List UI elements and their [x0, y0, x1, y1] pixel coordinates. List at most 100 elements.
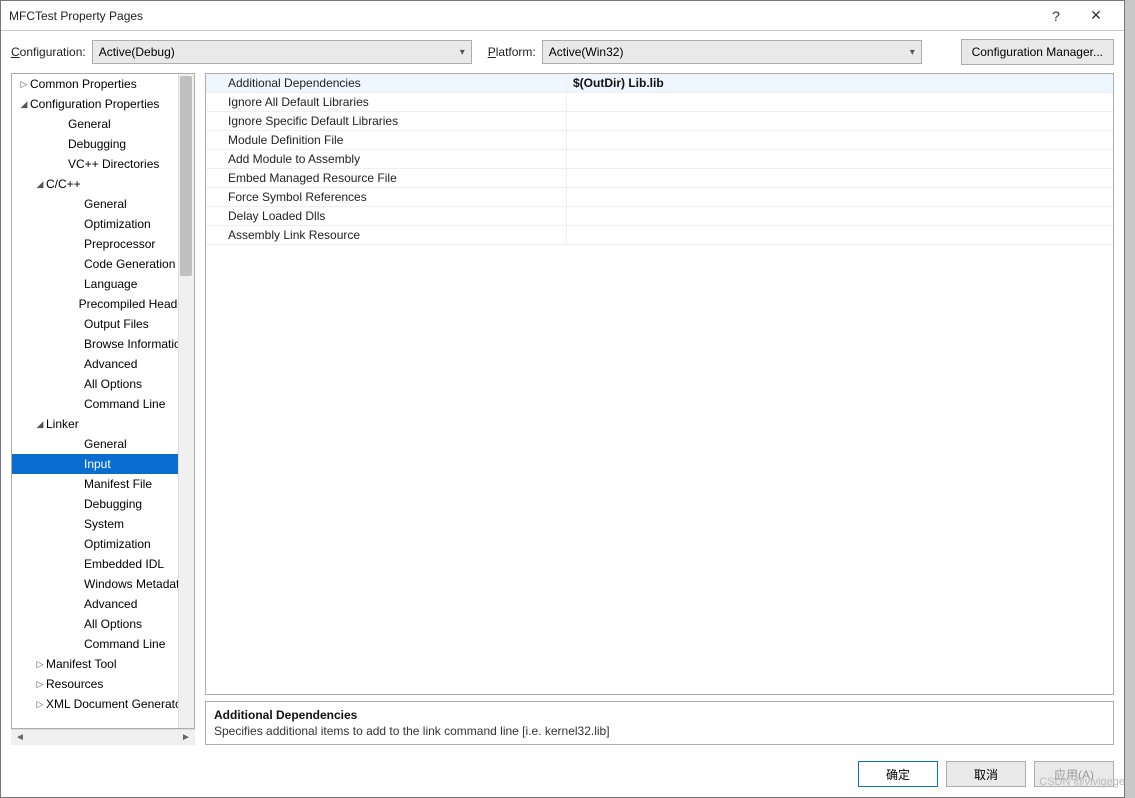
tree-item-label: Windows Metadata [84, 577, 186, 591]
description-title: Additional Dependencies [214, 708, 1105, 722]
tree-item[interactable]: Precompiled Headers [12, 294, 194, 314]
tree-item[interactable]: All Options [12, 374, 194, 394]
property-name: Delay Loaded Dlls [206, 209, 566, 223]
tree-expand-icon[interactable]: ◢ [18, 99, 30, 110]
tree-item-label: Embedded IDL [84, 557, 164, 571]
property-name: Assembly Link Resource [206, 228, 566, 242]
tree-item[interactable]: Command Line [12, 394, 194, 414]
tree-item[interactable]: Language [12, 274, 194, 294]
tree-item[interactable]: Command Line [12, 634, 194, 654]
property-row[interactable]: Ignore Specific Default Libraries [206, 112, 1113, 131]
property-value[interactable] [566, 226, 1113, 244]
property-value[interactable] [566, 169, 1113, 187]
tree-item-label: Optimization [84, 537, 151, 551]
tree-item[interactable]: Code Generation [12, 254, 194, 274]
tree-item[interactable]: Output Files [12, 314, 194, 334]
tree-item[interactable]: Input [12, 454, 194, 474]
ok-button[interactable]: 确定 [858, 761, 938, 787]
property-row[interactable]: Embed Managed Resource File [206, 169, 1113, 188]
property-value[interactable] [566, 150, 1113, 168]
tree-item-label: Debugging [68, 137, 126, 151]
scroll-right-icon[interactable]: ► [179, 732, 193, 743]
tree-hscrollbar[interactable]: ◄ ► [11, 729, 195, 745]
config-tree[interactable]: ▷Common Properties◢Configuration Propert… [11, 73, 195, 729]
tree-item[interactable]: Manifest File [12, 474, 194, 494]
scroll-left-icon[interactable]: ◄ [13, 732, 27, 743]
tree-item-label: Manifest Tool [46, 657, 116, 671]
tree-item[interactable]: Debugging [12, 134, 194, 154]
tree-item-label: Code Generation [84, 257, 175, 271]
tree-item[interactable]: ▷XML Document Generator [12, 694, 194, 714]
tree-item[interactable]: Optimization [12, 214, 194, 234]
tree-item[interactable]: ▷Common Properties [12, 74, 194, 94]
platform-dropdown[interactable]: Active(Win32) ▾ [542, 40, 922, 64]
help-button[interactable]: ? [1036, 2, 1076, 30]
right-panel: Additional Dependencies$(OutDir) Lib.lib… [205, 73, 1114, 745]
tree-item[interactable]: General [12, 434, 194, 454]
tree-item[interactable]: Advanced [12, 354, 194, 374]
tree-item[interactable]: ◢Configuration Properties [12, 94, 194, 114]
tree-item[interactable]: Debugging [12, 494, 194, 514]
chevron-down-icon: ▾ [460, 47, 465, 58]
tree-item-label: Resources [46, 677, 103, 691]
tree-item[interactable]: Optimization [12, 534, 194, 554]
config-manager-label: Configuration Manager... [972, 45, 1103, 59]
tree-item[interactable]: Browse Information [12, 334, 194, 354]
property-row[interactable]: Force Symbol References [206, 188, 1113, 207]
property-row[interactable]: Additional Dependencies$(OutDir) Lib.lib [206, 74, 1113, 93]
tree-item[interactable]: Windows Metadata [12, 574, 194, 594]
tree-item-label: XML Document Generator [46, 697, 186, 711]
tree-expand-icon[interactable]: ▷ [18, 79, 30, 90]
tree-item[interactable]: ▷Resources [12, 674, 194, 694]
property-name: Ignore All Default Libraries [206, 95, 566, 109]
property-value[interactable] [566, 131, 1113, 149]
tree-item-label: Optimization [84, 217, 151, 231]
tree-item[interactable]: ◢C/C++ [12, 174, 194, 194]
tree-vscrollbar[interactable] [178, 74, 194, 728]
property-name: Ignore Specific Default Libraries [206, 114, 566, 128]
configuration-dropdown[interactable]: Active(Debug) ▾ [92, 40, 472, 64]
tree-expand-icon[interactable]: ▷ [34, 679, 46, 690]
tree-item[interactable]: Preprocessor [12, 234, 194, 254]
tree-item[interactable]: ▷Manifest Tool [12, 654, 194, 674]
tree-expand-icon[interactable]: ▷ [34, 699, 46, 710]
property-row[interactable]: Assembly Link Resource [206, 226, 1113, 245]
close-button[interactable]: ✕ [1076, 2, 1116, 30]
property-grid[interactable]: Additional Dependencies$(OutDir) Lib.lib… [205, 73, 1114, 695]
property-row[interactable]: Delay Loaded Dlls [206, 207, 1113, 226]
config-manager-button[interactable]: Configuration Manager... [961, 39, 1114, 65]
property-row[interactable]: Module Definition File [206, 131, 1113, 150]
property-row[interactable]: Ignore All Default Libraries [206, 93, 1113, 112]
tree-item[interactable]: All Options [12, 614, 194, 634]
tree-item-label: General [68, 117, 111, 131]
property-name: Embed Managed Resource File [206, 171, 566, 185]
apply-button[interactable]: 应用(A) [1034, 761, 1114, 787]
property-row[interactable]: Add Module to Assembly [206, 150, 1113, 169]
property-pages-window: MFCTest Property Pages ? ✕ Configuration… [0, 0, 1125, 798]
tree-item[interactable]: General [12, 194, 194, 214]
tree-item-label: General [84, 197, 127, 211]
property-value[interactable] [566, 93, 1113, 111]
property-value[interactable] [566, 112, 1113, 130]
property-name: Additional Dependencies [206, 76, 566, 90]
property-value[interactable] [566, 188, 1113, 206]
property-value[interactable]: $(OutDir) Lib.lib [566, 74, 1113, 92]
main-area: ▷Common Properties◢Configuration Propert… [1, 73, 1124, 751]
tree-item-label: Command Line [84, 397, 165, 411]
property-name: Module Definition File [206, 133, 566, 147]
tree-expand-icon[interactable]: ▷ [34, 659, 46, 670]
cancel-button[interactable]: 取消 [946, 761, 1026, 787]
tree-expand-icon[interactable]: ◢ [34, 419, 46, 430]
platform-label: Platform: [488, 45, 536, 59]
tree-item[interactable]: ◢Linker [12, 414, 194, 434]
tree-item-label: Common Properties [30, 77, 137, 91]
description-panel: Additional Dependencies Specifies additi… [205, 701, 1114, 745]
tree-expand-icon[interactable]: ◢ [34, 179, 46, 190]
property-value[interactable] [566, 207, 1113, 225]
tree-vscroll-thumb[interactable] [180, 76, 192, 276]
tree-item[interactable]: General [12, 114, 194, 134]
tree-item[interactable]: Advanced [12, 594, 194, 614]
tree-item[interactable]: VC++ Directories [12, 154, 194, 174]
tree-item[interactable]: System [12, 514, 194, 534]
tree-item[interactable]: Embedded IDL [12, 554, 194, 574]
